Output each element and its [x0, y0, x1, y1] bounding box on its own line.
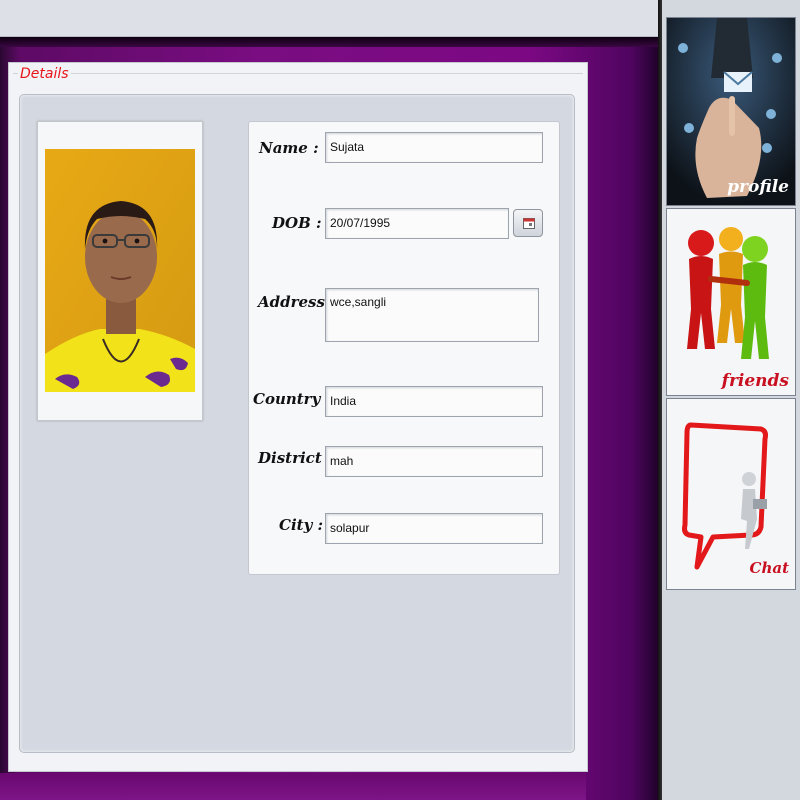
details-form: Name : Sujata DOB : 20/07/1995 Address :…	[248, 121, 560, 575]
name-label: Name :	[259, 139, 319, 157]
address-field[interactable]: wce,sangli	[325, 288, 539, 342]
top-toolbar	[0, 0, 660, 37]
name-field[interactable]: Sujata	[325, 132, 543, 163]
calendar-icon	[523, 218, 535, 229]
country-field[interactable]: India	[325, 386, 543, 417]
date-picker-button[interactable]	[513, 209, 543, 237]
dob-label: DOB :	[272, 214, 322, 232]
nav-tile-friends[interactable]: friends	[666, 208, 796, 396]
profile-label: profile	[727, 177, 789, 197]
country-label: Country :	[253, 390, 332, 408]
chat-label: Chat	[749, 559, 790, 577]
district-field[interactable]: mah	[325, 446, 543, 477]
friends-label: friends	[721, 371, 789, 391]
profile-photo	[45, 149, 195, 392]
people-group-icon	[667, 209, 795, 395]
bottom-strip	[0, 773, 586, 800]
details-panel: Details Name: Sujata DOB: 20/07/1995 A…	[8, 62, 588, 772]
nav-tile-chat[interactable]: Chat	[666, 398, 796, 590]
dob-field[interactable]: 20/07/1995	[325, 208, 509, 239]
right-nav-panel: profile friends Chat	[662, 0, 800, 800]
city-label: City :	[279, 516, 324, 534]
nav-tile-profile[interactable]: profile	[666, 17, 796, 206]
city-field[interactable]: solapur	[325, 513, 543, 544]
profile-photo-frame	[37, 121, 203, 421]
details-inner-panel: Name : Sujata DOB : 20/07/1995 Address :…	[19, 94, 575, 753]
details-legend: Details	[18, 66, 71, 82]
district-label: District :	[258, 449, 333, 467]
